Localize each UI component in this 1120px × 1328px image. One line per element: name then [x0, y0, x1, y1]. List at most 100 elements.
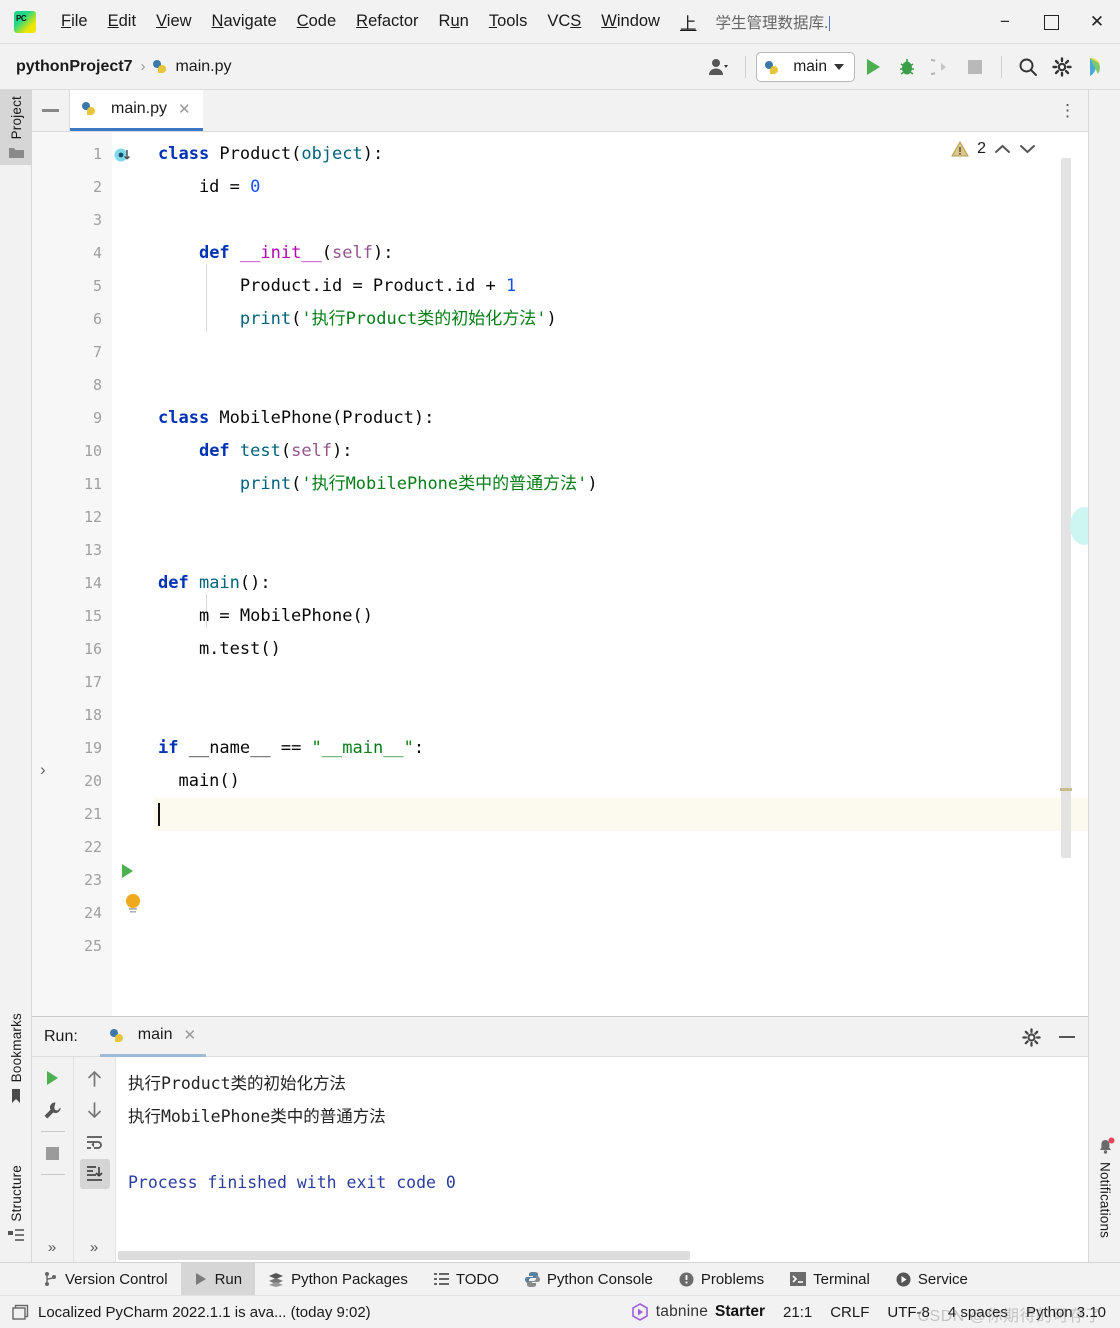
python-interpreter[interactable]: Python 3.10: [1026, 1304, 1106, 1321]
code-line[interactable]: [154, 831, 1088, 864]
code-line[interactable]: [154, 897, 1088, 930]
editor-tab-main-py[interactable]: main.py ✕: [70, 90, 203, 131]
line-number[interactable]: 6: [44, 303, 112, 336]
intention-bulb-icon[interactable]: [124, 893, 142, 915]
editor-more-actions[interactable]: ⋮: [1052, 90, 1084, 132]
line-number[interactable]: 14: [44, 567, 112, 600]
down-arrow-icon[interactable]: [80, 1095, 110, 1125]
line-number[interactable]: 8: [44, 369, 112, 402]
toolwindow-problems[interactable]: Problems: [666, 1263, 777, 1295]
settings-gear-icon[interactable]: [1016, 1022, 1046, 1052]
code-line[interactable]: id = 0: [154, 171, 1088, 204]
code-line[interactable]: def main():: [154, 567, 1088, 600]
line-number[interactable]: 23: [44, 864, 112, 897]
maximize-button[interactable]: [1028, 0, 1074, 44]
menu-refactor[interactable]: Refactor: [347, 9, 427, 34]
debug-icon[interactable]: [891, 51, 923, 83]
line-number[interactable]: 15: [44, 600, 112, 633]
minimize-button[interactable]: −: [982, 0, 1028, 44]
line-number[interactable]: 12: [44, 501, 112, 534]
line-number[interactable]: 18: [44, 699, 112, 732]
file-encoding[interactable]: UTF-8: [887, 1304, 930, 1321]
search-icon[interactable]: [1012, 51, 1044, 83]
menu-run[interactable]: Run: [430, 9, 478, 34]
close-icon[interactable]: ✕: [178, 100, 191, 118]
menu-tools[interactable]: Tools: [480, 9, 537, 34]
code-line[interactable]: [154, 336, 1088, 369]
line-number[interactable]: 10: [44, 435, 112, 468]
caret-position[interactable]: 21:1: [783, 1304, 812, 1321]
more-actions-icon[interactable]: »: [90, 1239, 99, 1256]
stop-icon[interactable]: [38, 1138, 68, 1168]
close-button[interactable]: ✕: [1074, 0, 1120, 44]
ide-assistant-icon[interactable]: [1080, 51, 1112, 83]
menu-edit[interactable]: Edit: [99, 9, 145, 34]
sidebar-item-project[interactable]: Project: [0, 90, 32, 166]
sidebar-item-bookmarks[interactable]: Bookmarks: [0, 1007, 32, 1110]
code-line[interactable]: class Product(object):: [154, 138, 1088, 171]
line-number[interactable]: 25: [44, 930, 112, 963]
indent-setting[interactable]: 4 spaces: [948, 1304, 1008, 1321]
console-hscrollbar[interactable]: [116, 1251, 1088, 1260]
breadcrumb-file[interactable]: main.py: [175, 58, 231, 76]
inspection-widget[interactable]: 2: [951, 140, 1036, 158]
menu-navigate[interactable]: Navigate: [203, 9, 286, 34]
line-number[interactable]: 24: [44, 897, 112, 930]
class-gutter-icon[interactable]: [114, 147, 131, 164]
line-number[interactable]: 2: [44, 171, 112, 204]
tabnine-status[interactable]: tabnine Starter: [631, 1303, 765, 1321]
soft-wrap-icon[interactable]: [80, 1127, 110, 1157]
code-line[interactable]: [154, 666, 1088, 699]
line-number[interactable]: 4: [44, 237, 112, 270]
code-line[interactable]: [154, 204, 1088, 237]
code-line[interactable]: m.test(): [154, 633, 1088, 666]
line-separator[interactable]: CRLF: [830, 1304, 869, 1321]
line-number[interactable]: 5: [44, 270, 112, 303]
run-line-gutter-icon[interactable]: [122, 864, 133, 883]
scrollbar-warning-marker[interactable]: [1060, 788, 1072, 791]
code-line[interactable]: m = MobilePhone(): [154, 600, 1088, 633]
code-line[interactable]: print('执行MobilePhone类中的普通方法'): [154, 468, 1088, 501]
editor-scrollbar-thumb[interactable]: [1061, 158, 1071, 858]
status-notification[interactable]: Localized PyCharm 2022.1.1 is ava... (to…: [12, 1304, 371, 1321]
code-content[interactable]: class Product(object): id = 0 def __init…: [154, 132, 1088, 1016]
more-actions-icon[interactable]: »: [48, 1239, 57, 1256]
code-line[interactable]: print('执行Product类的初始化方法'): [154, 303, 1088, 336]
line-number[interactable]: 9: [44, 402, 112, 435]
code-editor[interactable]: 1 2 3 4 5 6 7 8 9 10 11 12 13 14 15 16 17 18 19 20 21 22 23 24 2…: [32, 132, 1088, 1016]
scroll-to-end-icon[interactable]: [79, 1159, 110, 1189]
run-configuration-selector[interactable]: main: [756, 52, 855, 82]
expand-region-chevron-icon[interactable]: ›: [40, 760, 46, 780]
user-avatar-icon[interactable]: [703, 51, 735, 83]
run-tab-main[interactable]: main ✕: [99, 1017, 207, 1057]
code-line[interactable]: def __init__(self):: [154, 237, 1088, 270]
line-number[interactable]: 16: [44, 633, 112, 666]
line-number[interactable]: 11: [44, 468, 112, 501]
line-number[interactable]: 21: [44, 798, 112, 831]
code-line[interactable]: [154, 699, 1088, 732]
code-line[interactable]: class MobilePhone(Product):: [154, 402, 1088, 435]
next-problem-icon[interactable]: [1019, 143, 1036, 155]
toolwindow-todo[interactable]: TODO: [421, 1263, 512, 1295]
sidebar-item-structure[interactable]: Structure: [0, 1159, 32, 1248]
menu-code[interactable]: Code: [288, 9, 345, 34]
toolwindow-terminal[interactable]: Terminal: [777, 1263, 883, 1295]
breadcrumb-project[interactable]: pythonProject7: [16, 58, 132, 76]
code-line[interactable]: if __name__ == "__main__":: [154, 732, 1088, 765]
editor-scrollbar[interactable]: [1060, 142, 1072, 1006]
line-number-gutter[interactable]: 1 2 3 4 5 6 7 8 9 10 11 12 13 14 15 16 17 18 19 20 21 22 23 24 2…: [44, 132, 112, 1016]
code-line[interactable]: def test(self):: [154, 435, 1088, 468]
line-number[interactable]: 3: [44, 204, 112, 237]
wrench-icon[interactable]: [38, 1095, 68, 1125]
previous-problem-icon[interactable]: [994, 143, 1011, 155]
code-line[interactable]: [154, 501, 1088, 534]
code-line[interactable]: [154, 864, 1088, 897]
toolwindow-python-console[interactable]: Python Console: [512, 1263, 666, 1295]
gutter-markers[interactable]: ›: [40, 132, 154, 1016]
line-number[interactable]: 17: [44, 666, 112, 699]
hide-icon[interactable]: [1052, 1022, 1082, 1052]
menu-window[interactable]: Window: [592, 9, 669, 34]
code-line[interactable]: [154, 534, 1088, 567]
code-line[interactable]: [154, 369, 1088, 402]
toolwindow-run[interactable]: Run: [180, 1263, 256, 1295]
